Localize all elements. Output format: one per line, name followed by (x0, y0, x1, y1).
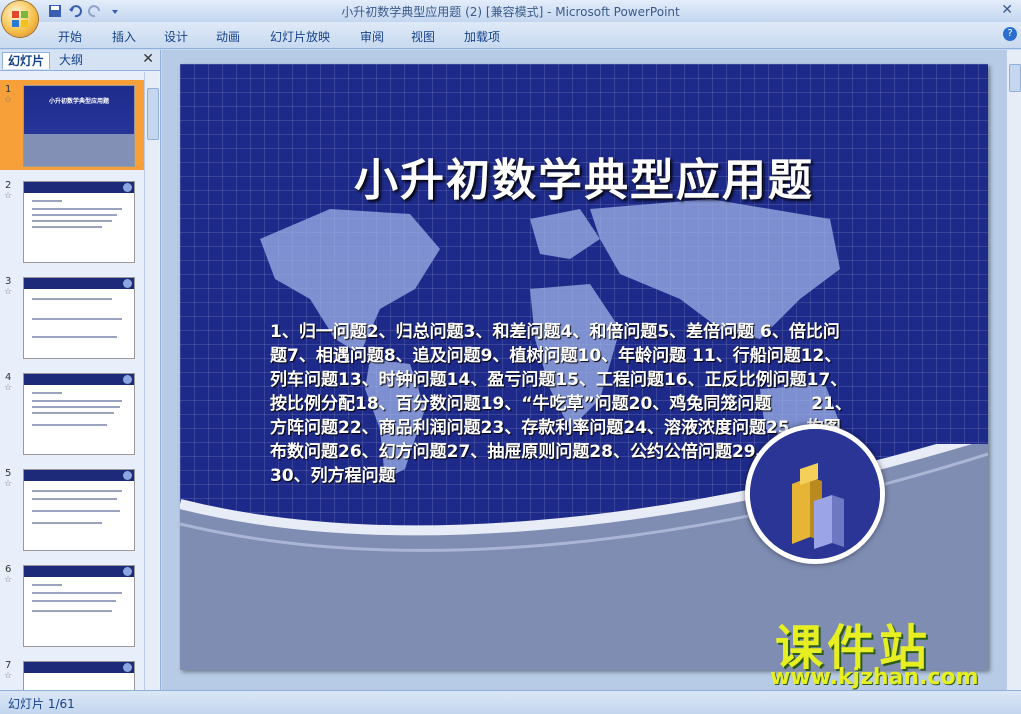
thumbnail-image (23, 277, 135, 359)
slide-number: 4 (5, 372, 12, 383)
thumbnail-image (23, 469, 135, 551)
window-title: 小升初数学典型应用题 (2) [兼容模式] - Microsoft PowerP… (341, 5, 680, 19)
current-slide[interactable]: 小升初数学典型应用题 1、归一问题2、归总问题3、和差问题4、和倍问题5、差倍问… (180, 64, 988, 670)
tab-addins[interactable]: 加载项 (464, 28, 500, 45)
tab-design[interactable]: 设计 (164, 28, 188, 45)
office-logo-icon (12, 11, 28, 27)
slides-pane: 幻灯片 大纲 ✕ 1 ☆ 小升初数学典型应用题 2 ☆ 3 ☆ 4 ☆ 5 ☆ … (0, 50, 161, 690)
slide-number: 7 (5, 660, 12, 671)
status-bar: 幻灯片 1/61 (0, 690, 1021, 714)
quick-access-toolbar (48, 2, 122, 20)
bar-chart-graphic (745, 424, 885, 564)
animation-star-icon: ☆ (4, 95, 13, 105)
slide-count-status: 幻灯片 1/61 (8, 697, 75, 711)
undo-icon[interactable] (68, 4, 82, 18)
thumbnail-image: 小升初数学典型应用题 (23, 85, 135, 167)
thumbnail-scrollbar[interactable] (144, 72, 159, 690)
animation-star-icon: ☆ (4, 671, 13, 681)
slide-number: 1 (5, 84, 12, 95)
help-icon[interactable]: ? (1003, 27, 1017, 41)
slide-thumbnail[interactable]: 1 ☆ 小升初数学典型应用题 (0, 80, 144, 170)
slide-thumbnail[interactable]: 2 ☆ (0, 176, 144, 266)
tab-insert[interactable]: 插入 (112, 28, 136, 45)
save-icon[interactable] (48, 4, 62, 18)
animation-star-icon: ☆ (4, 191, 13, 201)
slide-thumbnail[interactable]: 5 ☆ (0, 464, 144, 554)
slide-number: 3 (5, 276, 12, 287)
slide-thumbnail[interactable]: 4 ☆ (0, 368, 144, 458)
slide-number: 6 (5, 564, 12, 575)
animation-star-icon: ☆ (4, 479, 13, 489)
tab-slideshow[interactable]: 幻灯片放映 (270, 28, 330, 45)
redo-icon[interactable] (88, 4, 102, 18)
thumbnail-image (23, 661, 135, 690)
animation-star-icon: ☆ (4, 287, 13, 297)
customize-qat-icon[interactable] (108, 4, 122, 18)
pane-tabs: 幻灯片 大纲 ✕ (0, 50, 160, 71)
tab-outline[interactable]: 大纲 (54, 52, 88, 68)
tab-animation[interactable]: 动画 (216, 28, 240, 45)
slide-scrollbar[interactable] (1006, 50, 1021, 690)
tab-slides[interactable]: 幻灯片 (2, 52, 51, 69)
slide-thumbnail[interactable]: 7 ☆ (0, 656, 144, 690)
thumbnail-list: 1 ☆ 小升初数学典型应用题 2 ☆ 3 ☆ 4 ☆ 5 ☆ 6 ☆ 7 ☆ (0, 72, 144, 690)
thumbnail-image (23, 373, 135, 455)
animation-star-icon: ☆ (4, 383, 13, 393)
ribbon-tabs: 开始 插入 设计 动画 幻灯片放映 审阅 视图 加载项 ? (0, 22, 1021, 49)
thumbnail-title: 小升初数学典型应用题 (48, 98, 109, 105)
slide-title[interactable]: 小升初数学典型应用题 (180, 144, 988, 208)
close-window-icon[interactable]: ✕ (1001, 2, 1013, 18)
slide-canvas: 小升初数学典型应用题 1、归一问题2、归总问题3、和差问题4、和倍问题5、差倍问… (162, 50, 1021, 690)
close-pane-icon[interactable]: ✕ (142, 51, 154, 67)
office-button[interactable] (2, 1, 38, 37)
animation-star-icon: ☆ (4, 575, 13, 585)
slide-number: 2 (5, 180, 12, 191)
slide-thumbnail[interactable]: 6 ☆ (0, 560, 144, 650)
slide-number: 5 (5, 468, 12, 479)
watermark-url: www.kjzhan.com (770, 665, 979, 690)
tab-home[interactable]: 开始 (58, 28, 82, 45)
tab-view[interactable]: 视图 (411, 28, 435, 45)
thumbnail-image (23, 565, 135, 647)
title-bar: 小升初数学典型应用题 (2) [兼容模式] - Microsoft PowerP… (0, 0, 1021, 22)
slide-thumbnail[interactable]: 3 ☆ (0, 272, 144, 362)
thumbnail-image (23, 181, 135, 263)
tab-review[interactable]: 审阅 (360, 28, 384, 45)
